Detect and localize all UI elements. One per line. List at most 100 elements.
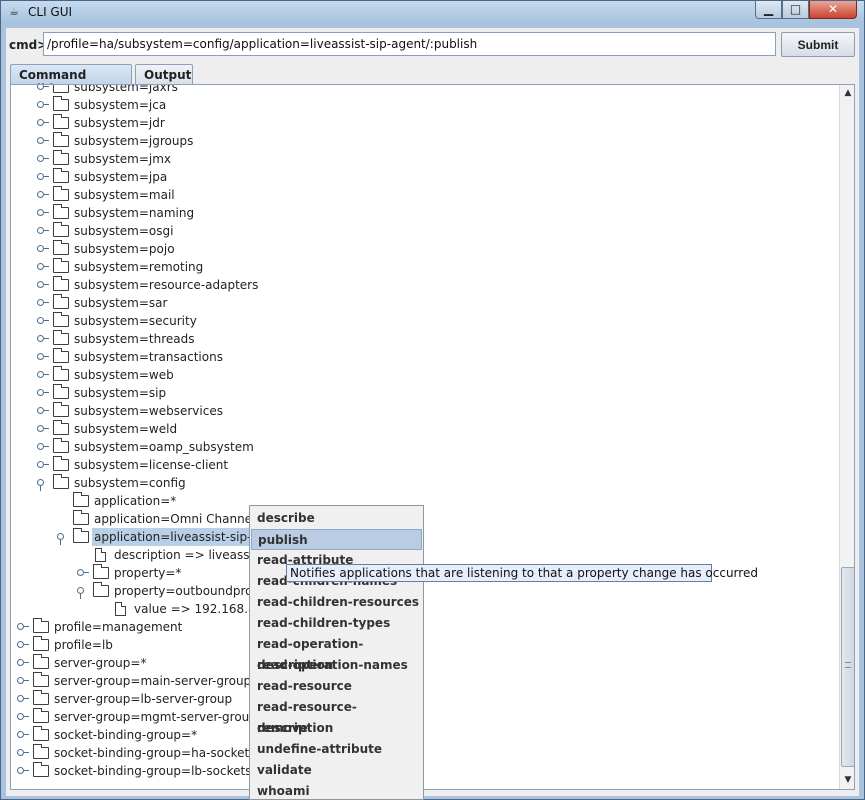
scroll-thumb[interactable] bbox=[841, 567, 854, 767]
tree-node[interactable]: subsystem=security bbox=[11, 312, 831, 330]
tree-node-label[interactable]: subsystem=security bbox=[74, 312, 197, 330]
tree-node[interactable]: subsystem=mail bbox=[11, 186, 831, 204]
expand-toggle-icon[interactable] bbox=[37, 155, 49, 163]
tree-node-label[interactable]: profile=management bbox=[54, 618, 182, 636]
expand-toggle-icon[interactable] bbox=[17, 749, 29, 757]
tree-node-label[interactable]: subsystem=resource-adapters bbox=[74, 276, 258, 294]
expand-toggle-icon[interactable] bbox=[37, 335, 49, 343]
tree-node-label[interactable]: server-group=lb-server-group bbox=[54, 690, 232, 708]
tree-node-label[interactable]: server-group=mgmt-server-group bbox=[54, 708, 257, 726]
expand-toggle-icon[interactable] bbox=[37, 245, 49, 253]
tree-node-label[interactable]: property=outboundproxy bbox=[114, 582, 266, 600]
tree-node-label[interactable]: application=* bbox=[94, 492, 176, 510]
tree-node-label[interactable]: subsystem=jaxrs bbox=[74, 85, 178, 96]
expand-toggle-icon[interactable] bbox=[17, 695, 29, 703]
scroll-down-arrow-icon[interactable]: ▼ bbox=[841, 773, 854, 787]
title-bar[interactable]: ☕ CLI GUI ▁ □ ✕ bbox=[1, 1, 864, 23]
tree-node-label[interactable]: application=Omni Channel D bbox=[94, 510, 268, 528]
tree-node-label[interactable]: subsystem=jgroups bbox=[74, 132, 193, 150]
tree-node-label[interactable]: subsystem=config bbox=[74, 474, 186, 492]
tree-node-label[interactable]: subsystem=oamp_subsystem bbox=[74, 438, 254, 456]
expand-toggle-icon[interactable] bbox=[37, 389, 49, 397]
tree-node-label[interactable]: subsystem=sip bbox=[74, 384, 166, 402]
tree-node[interactable]: subsystem=threads bbox=[11, 330, 831, 348]
expand-toggle-icon[interactable] bbox=[17, 641, 29, 649]
expand-toggle-icon[interactable] bbox=[37, 425, 49, 433]
tree-node-label[interactable]: subsystem=license-client bbox=[74, 456, 228, 474]
tree-node[interactable]: subsystem=jaxrs bbox=[11, 85, 831, 96]
expand-toggle-icon[interactable] bbox=[37, 209, 49, 217]
tree-node[interactable]: subsystem=naming bbox=[11, 204, 831, 222]
vertical-scrollbar[interactable]: ▲ ▼ bbox=[839, 85, 854, 789]
tree-node-label[interactable]: server-group=main-server-group bbox=[54, 672, 251, 690]
tree-node[interactable]: subsystem=weld bbox=[11, 420, 831, 438]
tree-node[interactable]: subsystem=sip bbox=[11, 384, 831, 402]
menu-item-read-resource[interactable]: read-resource bbox=[251, 676, 422, 697]
expand-toggle-icon[interactable] bbox=[77, 569, 89, 577]
maximize-button[interactable]: □ bbox=[782, 1, 809, 19]
menu-item-describe[interactable]: describe bbox=[251, 508, 422, 529]
menu-item-read-operation-names[interactable]: read-operation-names bbox=[251, 655, 422, 676]
menu-item-read-operation-description[interactable]: read-operation-description bbox=[251, 634, 422, 672]
expand-toggle-icon[interactable] bbox=[37, 461, 49, 469]
close-button[interactable]: ✕ bbox=[809, 1, 857, 19]
tree-node-label[interactable]: subsystem=transactions bbox=[74, 348, 223, 366]
tree-node-label[interactable]: socket-binding-group=* bbox=[54, 726, 197, 744]
expand-toggle-icon[interactable] bbox=[17, 731, 29, 739]
expand-toggle-icon[interactable] bbox=[37, 371, 49, 379]
tree-node-label[interactable]: subsystem=weld bbox=[74, 420, 177, 438]
tree-node-label[interactable]: subsystem=jdr bbox=[74, 114, 165, 132]
menu-item-validate[interactable]: validate bbox=[251, 760, 422, 781]
tree-node-label-selected[interactable]: application=liveassist-sip-ag bbox=[92, 528, 269, 546]
tree-node-label[interactable]: subsystem=web bbox=[74, 366, 174, 384]
expand-toggle-icon[interactable] bbox=[37, 173, 49, 181]
tree-node[interactable]: subsystem=pojo bbox=[11, 240, 831, 258]
expand-toggle-icon[interactable] bbox=[37, 407, 49, 415]
expand-toggle-icon[interactable] bbox=[37, 227, 49, 235]
expand-toggle-icon[interactable] bbox=[17, 659, 29, 667]
tree-node[interactable]: subsystem=sar bbox=[11, 294, 831, 312]
tab-command-builder[interactable]: Command Builder bbox=[10, 64, 132, 96]
cmd-input[interactable] bbox=[43, 32, 776, 56]
tree-node-label[interactable]: subsystem=jpa bbox=[74, 168, 167, 186]
tree-node[interactable]: subsystem=transactions bbox=[11, 348, 831, 366]
tree-node-label[interactable]: subsystem=jmx bbox=[74, 150, 171, 168]
tree-node[interactable]: subsystem=webservices bbox=[11, 402, 831, 420]
tree-node[interactable]: subsystem=remoting bbox=[11, 258, 831, 276]
menu-item-read-children-resources[interactable]: read-children-resources bbox=[251, 592, 422, 613]
scroll-up-arrow-icon[interactable]: ▲ bbox=[841, 86, 854, 100]
submit-button[interactable]: Submit bbox=[781, 32, 855, 57]
minimize-button[interactable]: ▁ bbox=[755, 1, 782, 19]
tree-node-label[interactable]: subsystem=jca bbox=[74, 96, 166, 114]
expand-toggle-icon[interactable] bbox=[17, 713, 29, 721]
tree-node[interactable]: subsystem=osgi bbox=[11, 222, 831, 240]
menu-item-whoami[interactable]: whoami bbox=[251, 781, 422, 800]
tree-node[interactable]: subsystem=oamp_subsystem bbox=[11, 438, 831, 456]
node-tree[interactable]: subsystem=jaxrs subsystem=jca subsystem=jd… bbox=[11, 85, 839, 789]
tab-output[interactable]: Output bbox=[135, 64, 193, 84]
collapse-toggle-icon[interactable] bbox=[77, 587, 85, 599]
expand-toggle-icon[interactable] bbox=[37, 443, 49, 451]
tree-node[interactable]: subsystem=config bbox=[11, 474, 831, 492]
expand-toggle-icon[interactable] bbox=[37, 317, 49, 325]
expand-toggle-icon[interactable] bbox=[37, 263, 49, 271]
tree-node[interactable]: subsystem=resource-adapters bbox=[11, 276, 831, 294]
tree-node-label[interactable]: subsystem=naming bbox=[74, 204, 194, 222]
menu-item-read-children-types[interactable]: read-children-types bbox=[251, 613, 422, 634]
expand-toggle-icon[interactable] bbox=[17, 623, 29, 631]
tree-node[interactable]: subsystem=web bbox=[11, 366, 831, 384]
expand-toggle-icon[interactable] bbox=[37, 85, 49, 91]
tree-node-label[interactable]: server-group=* bbox=[54, 654, 146, 672]
menu-item-undefine-attribute[interactable]: undefine-attribute bbox=[251, 739, 422, 760]
tree-node-label[interactable]: subsystem=threads bbox=[74, 330, 195, 348]
collapse-toggle-icon[interactable] bbox=[57, 533, 65, 545]
tree-node-label[interactable]: subsystem=remoting bbox=[74, 258, 203, 276]
menu-item-publish[interactable]: publish bbox=[251, 529, 422, 550]
expand-toggle-icon[interactable] bbox=[17, 767, 29, 775]
expand-toggle-icon[interactable] bbox=[37, 299, 49, 307]
tree-node[interactable]: subsystem=jdr bbox=[11, 114, 831, 132]
tree-node[interactable]: subsystem=jpa bbox=[11, 168, 831, 186]
tree-node-label[interactable]: subsystem=mail bbox=[74, 186, 175, 204]
tree-node-label[interactable]: profile=lb bbox=[54, 636, 113, 654]
tree-node-label[interactable]: subsystem=pojo bbox=[74, 240, 175, 258]
